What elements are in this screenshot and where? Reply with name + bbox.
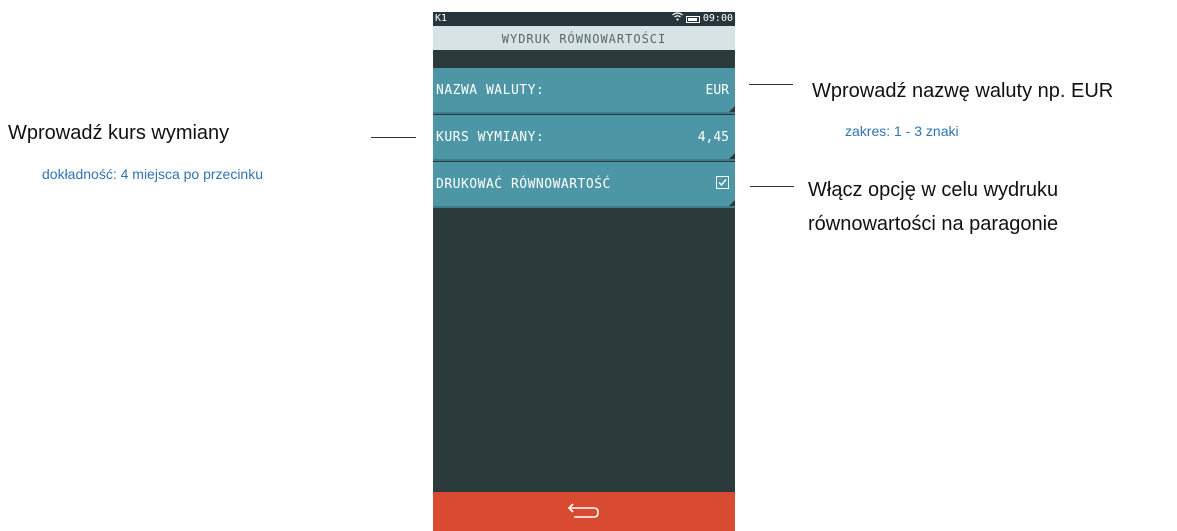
row-corner-marker [729,153,735,159]
exchange-rate-row[interactable]: KURS WYMIANY: 4,45 [433,115,735,161]
clock: 09:00 [702,13,733,24]
print-equivalent-row[interactable]: DRUKOWAĆ RÓWNOWARTOŚĆ [433,162,735,208]
exchange-rate-label: KURS WYMIANY: [436,130,545,145]
leader-line [749,84,793,85]
leader-line [750,186,794,187]
status-bar: K1 09:00 [433,12,735,26]
screen-title: WYDRUK RÓWNOWARTOŚCI [433,26,735,50]
exchange-rate-annotation: Wprowadź kurs wymiany [8,122,230,144]
device-screen: K1 09:00 WYDRUK RÓWNOWARTOŚCI NAZWA WALU… [433,12,735,531]
status-indicators: 09:00 [672,12,733,26]
row-corner-marker [729,200,735,206]
currency-name-row[interactable]: NAZWA WALUTY: EUR [433,68,735,114]
wifi-icon [672,12,683,26]
row-corner-marker [729,106,735,112]
currency-name-annotation: Wprowadź nazwę waluty np. EUR [812,80,1114,102]
register-label: K1 [435,13,448,24]
exchange-rate-annotation-note: dokładność: 4 miejsca po przecinku [42,166,264,182]
back-arrow-icon[interactable] [566,502,602,527]
print-equivalent-label: DRUKOWAĆ RÓWNOWARTOŚĆ [436,177,611,192]
currency-name-value: EUR [705,83,729,98]
footer-bar [433,492,735,531]
leader-line [371,137,416,138]
currency-name-label: NAZWA WALUTY: [436,83,545,98]
currency-name-annotation-note: zakres: 1 - 3 znaki [845,123,959,139]
battery-icon [685,15,700,23]
print-option-annotation-line2: równowartości na paragonie [808,213,1059,235]
checkbox-checked-icon[interactable] [716,176,729,189]
exchange-rate-value: 4,45 [697,130,729,145]
print-option-annotation-line1: Włącz opcję w celu wydruku [808,179,1059,201]
